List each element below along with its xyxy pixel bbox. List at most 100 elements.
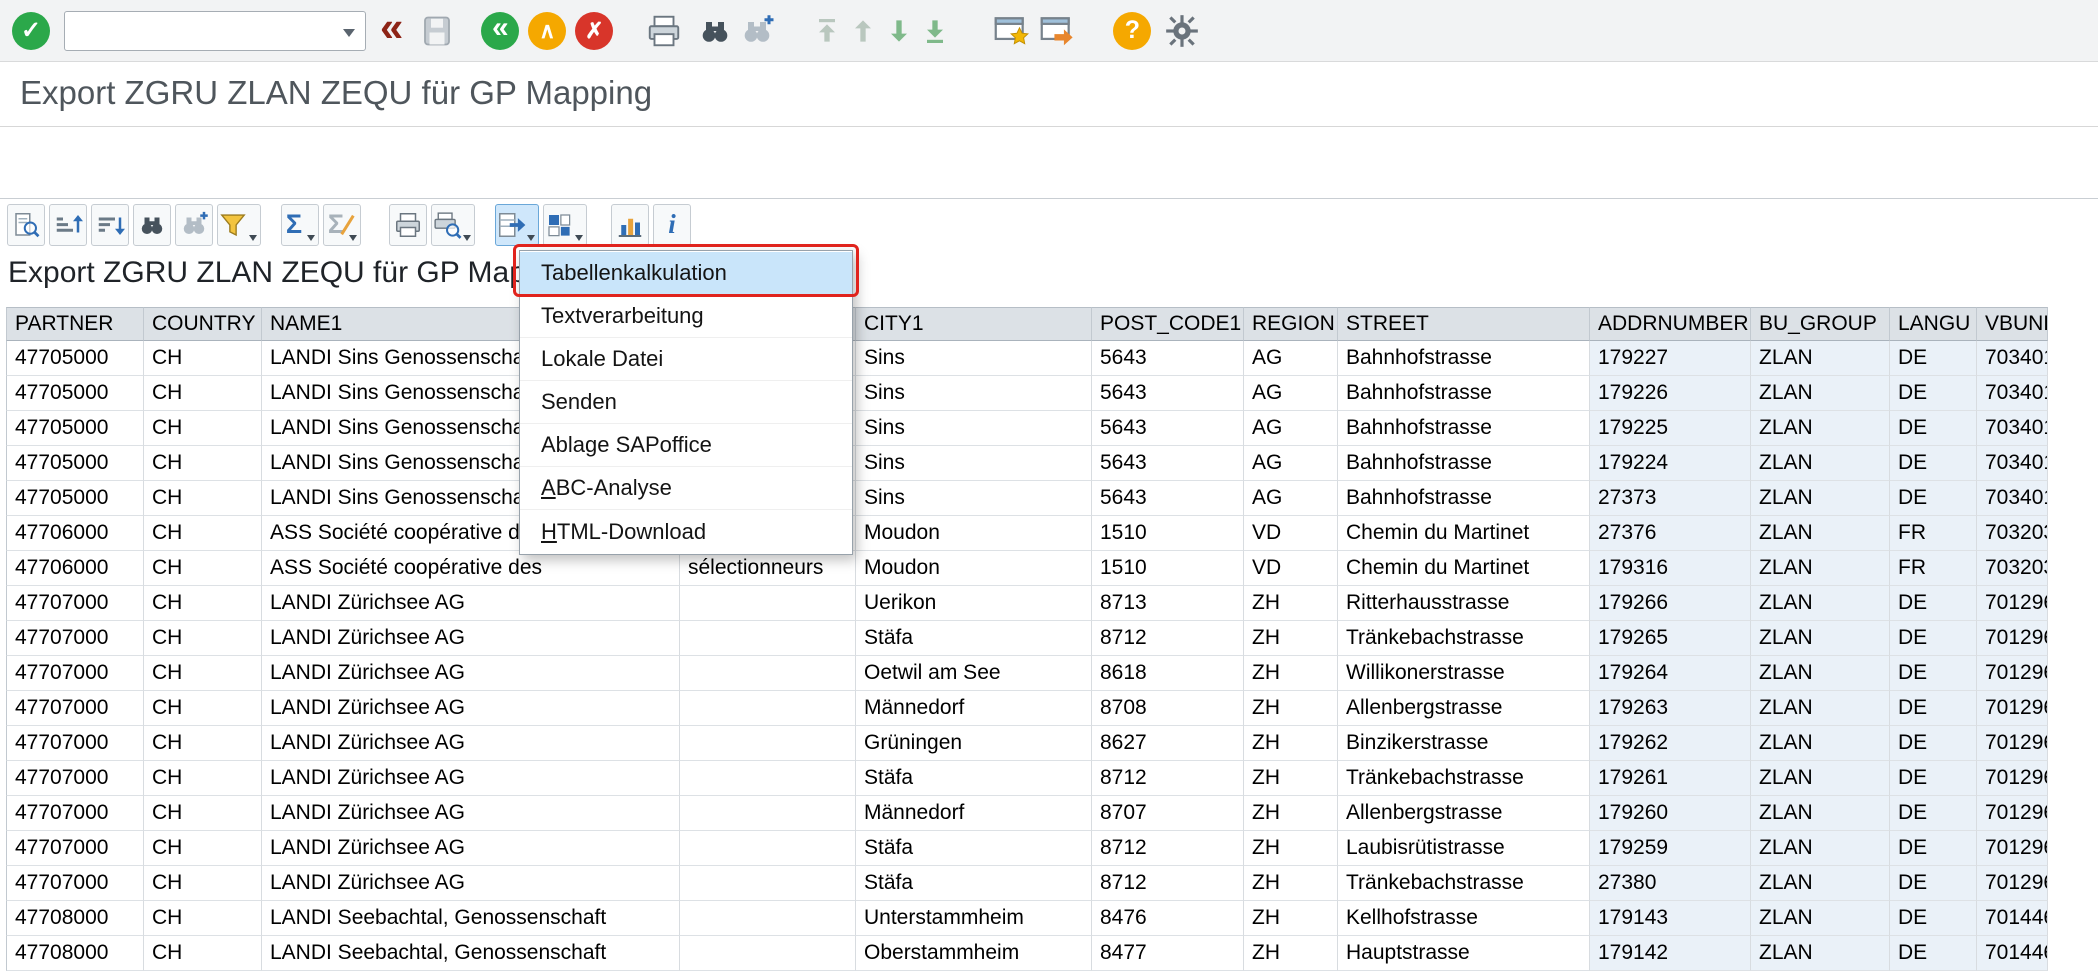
table-cell[interactable]: 703203 xyxy=(1977,516,2048,551)
table-cell[interactable]: ZLAN xyxy=(1751,866,1890,901)
print-preview-button[interactable] xyxy=(431,204,475,246)
table-row[interactable]: 47707000CHLANDI Zürichsee AGGrüningen862… xyxy=(6,726,2048,761)
menu-item-html-download[interactable]: HTML-Download xyxy=(520,510,852,553)
table-cell[interactable]: 701296 xyxy=(1977,656,2048,691)
table-cell[interactable]: 8476 xyxy=(1092,901,1244,936)
table-cell[interactable] xyxy=(680,761,856,796)
table-cell[interactable]: CH xyxy=(144,796,262,831)
table-cell[interactable]: ZLAN xyxy=(1751,481,1890,516)
table-cell[interactable]: Bahnhofstrasse xyxy=(1338,341,1590,376)
table-cell[interactable]: 8707 xyxy=(1092,796,1244,831)
table-cell[interactable] xyxy=(680,796,856,831)
table-cell[interactable]: 47707000 xyxy=(6,621,144,656)
table-cell[interactable]: Stäfa xyxy=(856,831,1092,866)
table-cell[interactable]: 47707000 xyxy=(6,656,144,691)
column-header-region[interactable]: REGION xyxy=(1244,307,1338,341)
table-cell[interactable]: 701296 xyxy=(1977,796,2048,831)
table-cell[interactable]: DE xyxy=(1890,866,1977,901)
table-row[interactable]: 47707000CHLANDI Zürichsee AGStäfa8712ZHL… xyxy=(6,831,2048,866)
table-cell[interactable]: 47705000 xyxy=(6,411,144,446)
table-cell[interactable]: LANDI Zürichsee AG xyxy=(262,656,680,691)
table-cell[interactable]: ZLAN xyxy=(1751,341,1890,376)
table-row[interactable]: 47705000CHLANDI Sins GenossenschaftSins5… xyxy=(6,446,2048,481)
table-cell[interactable]: Bahnhofstrasse xyxy=(1338,411,1590,446)
table-cell[interactable]: 47706000 xyxy=(6,551,144,586)
column-header-city1[interactable]: CITY1 xyxy=(856,307,1092,341)
filter-button[interactable] xyxy=(217,204,261,246)
table-cell[interactable]: 701296 xyxy=(1977,586,2048,621)
sort-ascending-button[interactable] xyxy=(49,204,87,246)
table-row[interactable]: 47707000CHLANDI Zürichsee AGStäfa8712ZHT… xyxy=(6,621,2048,656)
table-cell[interactable]: Oberstammheim xyxy=(856,936,1092,971)
alv-find-next-button[interactable] xyxy=(175,204,213,246)
sum-button[interactable]: Σ xyxy=(281,204,319,246)
table-cell[interactable]: 8712 xyxy=(1092,621,1244,656)
table-cell[interactable]: ZLAN xyxy=(1751,726,1890,761)
table-cell[interactable] xyxy=(680,656,856,691)
table-cell[interactable]: DE xyxy=(1890,901,1977,936)
table-cell[interactable]: 8708 xyxy=(1092,691,1244,726)
table-cell[interactable]: 47705000 xyxy=(6,446,144,481)
table-cell[interactable]: 47707000 xyxy=(6,586,144,621)
table-cell[interactable]: CH xyxy=(144,516,262,551)
table-cell[interactable]: AG xyxy=(1244,481,1338,516)
table-cell[interactable]: Uerikon xyxy=(856,586,1092,621)
table-cell[interactable]: CH xyxy=(144,376,262,411)
table-cell[interactable]: ZH xyxy=(1244,761,1338,796)
collapse-command-icon[interactable]: « xyxy=(380,7,403,55)
table-cell[interactable]: 179266 xyxy=(1590,586,1751,621)
table-cell[interactable]: 8627 xyxy=(1092,726,1244,761)
table-row[interactable]: 47707000CHLANDI Zürichsee AGOetwil am Se… xyxy=(6,656,2048,691)
table-cell[interactable]: DE xyxy=(1890,656,1977,691)
table-cell[interactable]: 703203 xyxy=(1977,551,2048,586)
table-cell[interactable]: LANDI Zürichsee AG xyxy=(262,586,680,621)
table-cell[interactable]: 179224 xyxy=(1590,446,1751,481)
table-cell[interactable]: 703401 xyxy=(1977,376,2048,411)
table-cell[interactable]: Binzikerstrasse xyxy=(1338,726,1590,761)
table-cell[interactable]: 179262 xyxy=(1590,726,1751,761)
table-cell[interactable]: Chemin du Martinet xyxy=(1338,551,1590,586)
table-cell[interactable]: Stäfa xyxy=(856,761,1092,796)
table-cell[interactable]: CH xyxy=(144,901,262,936)
table-row[interactable]: 47706000CHASS Société coopérative dessél… xyxy=(6,516,2048,551)
table-cell[interactable]: Allenbergstrasse xyxy=(1338,691,1590,726)
table-cell[interactable]: DE xyxy=(1890,446,1977,481)
table-cell[interactable]: DE xyxy=(1890,761,1977,796)
table-cell[interactable]: CH xyxy=(144,586,262,621)
alv-print-button[interactable] xyxy=(389,204,427,246)
table-cell[interactable]: 179261 xyxy=(1590,761,1751,796)
table-cell[interactable]: ZLAN xyxy=(1751,796,1890,831)
table-cell[interactable]: 5643 xyxy=(1092,446,1244,481)
column-header-addrnumber[interactable]: ADDRNUMBER xyxy=(1590,307,1751,341)
prev-page-button[interactable] xyxy=(847,15,879,47)
table-cell[interactable]: 47705000 xyxy=(6,341,144,376)
table-cell[interactable]: ZH xyxy=(1244,586,1338,621)
table-cell[interactable]: 47707000 xyxy=(6,726,144,761)
table-cell[interactable]: AG xyxy=(1244,411,1338,446)
table-cell[interactable]: 47707000 xyxy=(6,831,144,866)
table-cell[interactable]: 8618 xyxy=(1092,656,1244,691)
table-cell[interactable]: 47708000 xyxy=(6,936,144,971)
table-cell[interactable]: Bahnhofstrasse xyxy=(1338,481,1590,516)
table-cell[interactable]: ZLAN xyxy=(1751,936,1890,971)
table-cell[interactable]: ZLAN xyxy=(1751,551,1890,586)
table-row[interactable]: 47707000CHLANDI Zürichsee AGUerikon8713Z… xyxy=(6,586,2048,621)
table-cell[interactable]: 701446 xyxy=(1977,901,2048,936)
table-row[interactable]: 47705000CHLANDI Sins GenossenschaftSins5… xyxy=(6,341,2048,376)
table-cell[interactable]: CH xyxy=(144,761,262,796)
table-cell[interactable]: ZLAN xyxy=(1751,656,1890,691)
table-cell[interactable]: ASS Société coopérative des xyxy=(262,551,680,586)
table-cell[interactable]: Willikonerstrasse xyxy=(1338,656,1590,691)
table-cell[interactable]: AG xyxy=(1244,376,1338,411)
table-cell[interactable]: FR xyxy=(1890,551,1977,586)
table-cell[interactable]: Unterstammheim xyxy=(856,901,1092,936)
print-button[interactable] xyxy=(645,12,683,50)
table-cell[interactable]: Allenbergstrasse xyxy=(1338,796,1590,831)
table-cell[interactable]: 27373 xyxy=(1590,481,1751,516)
table-cell[interactable]: Bahnhofstrasse xyxy=(1338,376,1590,411)
table-cell[interactable]: 703401 xyxy=(1977,481,2048,516)
table-cell[interactable]: ZH xyxy=(1244,726,1338,761)
table-cell[interactable]: CH xyxy=(144,341,262,376)
table-cell[interactable] xyxy=(680,901,856,936)
table-cell[interactable]: 8712 xyxy=(1092,831,1244,866)
